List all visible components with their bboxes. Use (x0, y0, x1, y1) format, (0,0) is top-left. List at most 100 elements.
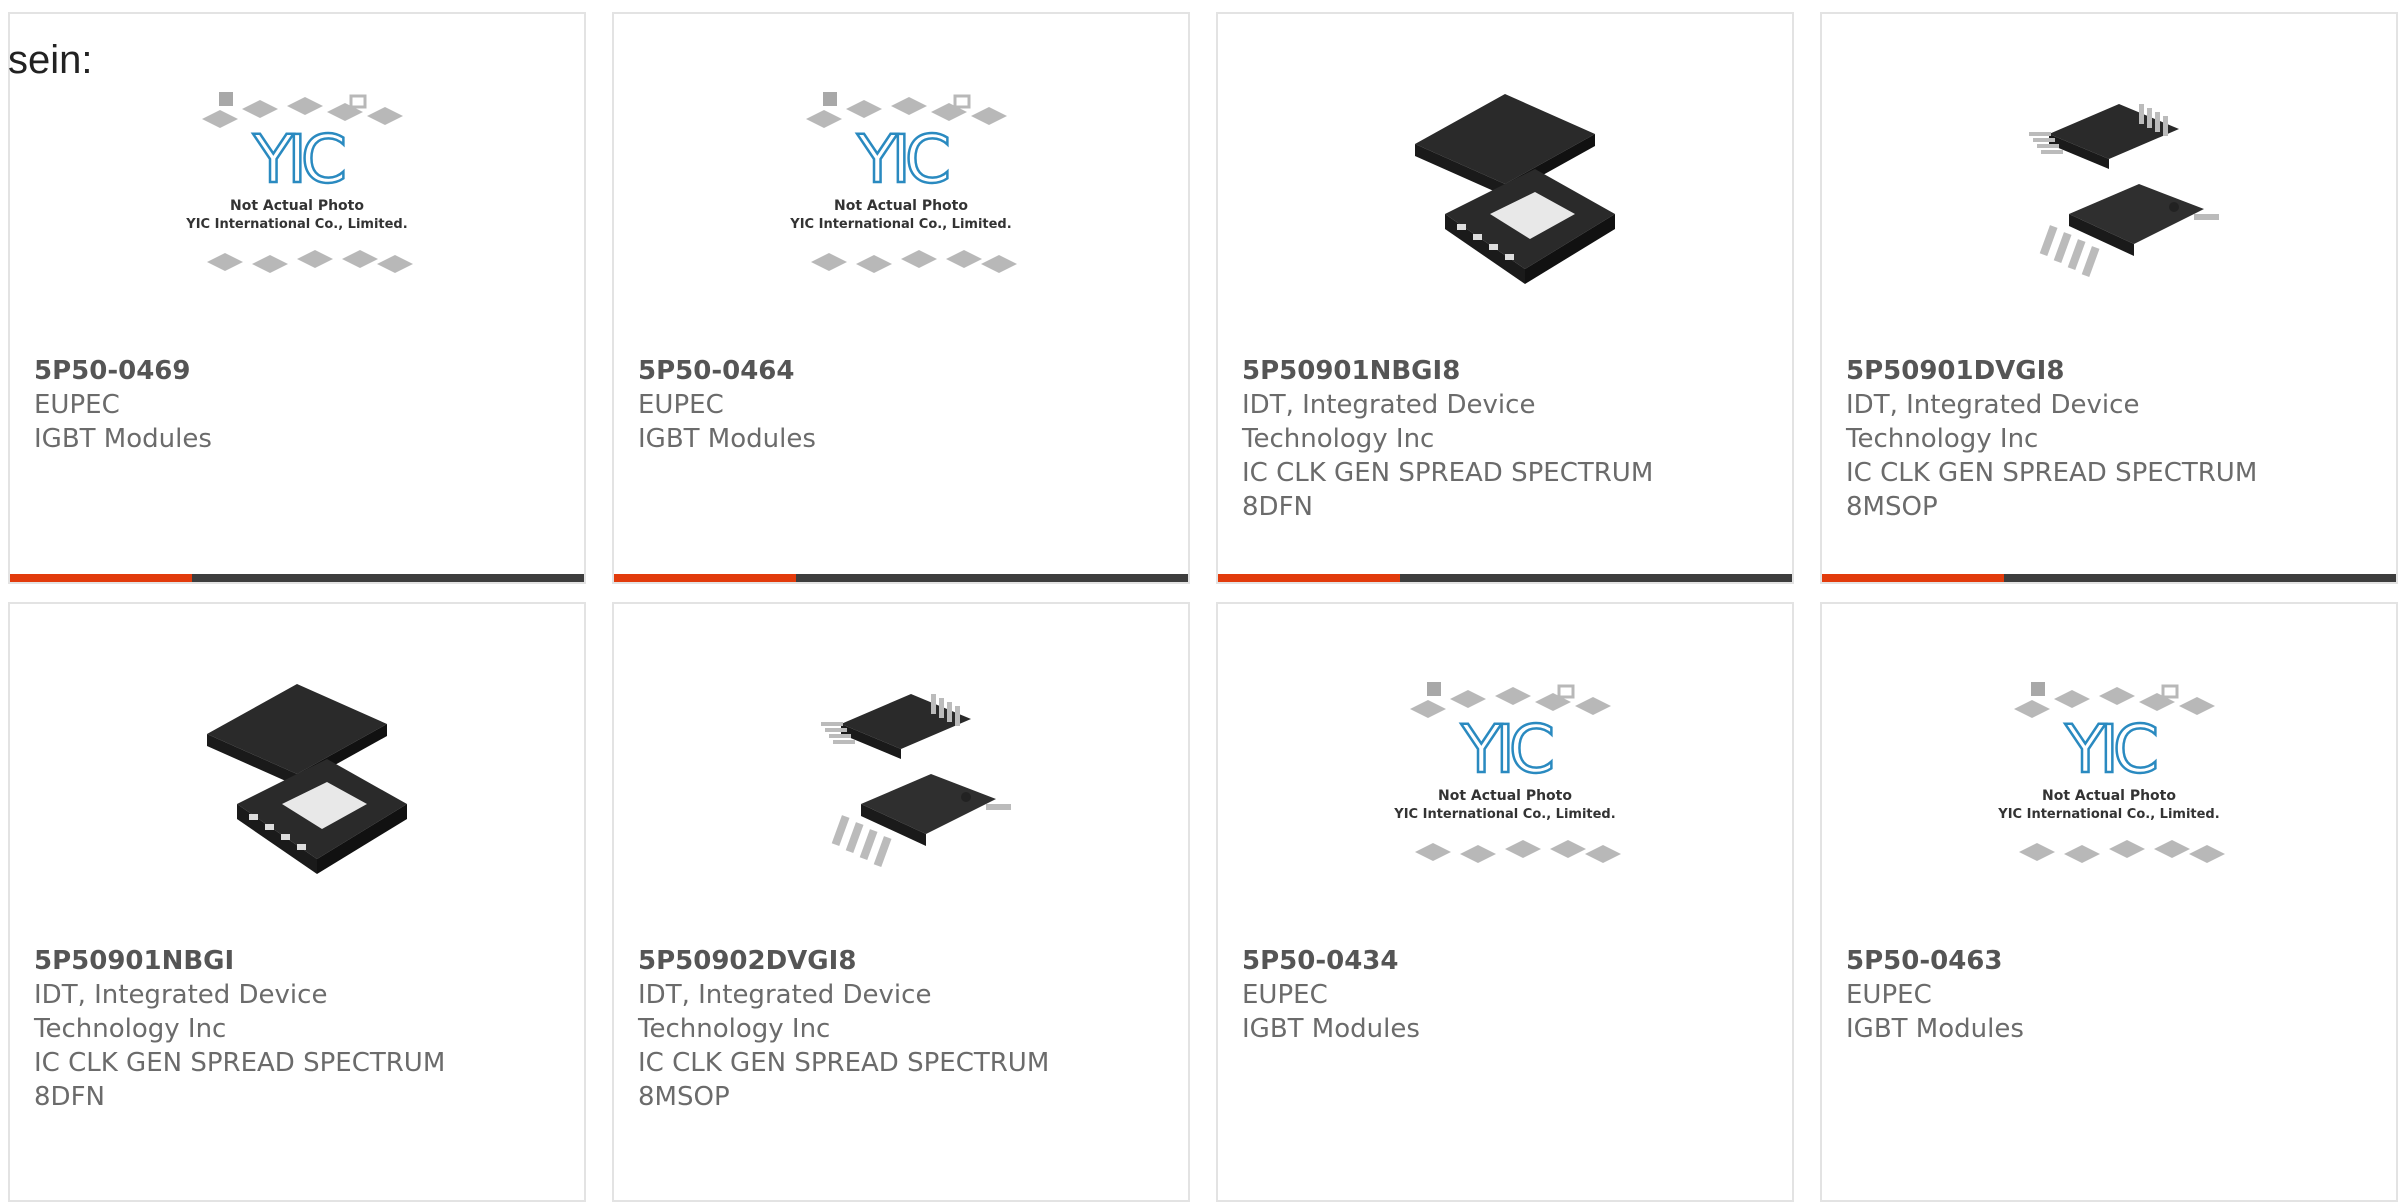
company-text: YIC International Co., Limited. (185, 217, 407, 232)
description-text: IGBT Modules (638, 424, 816, 454)
chip-shape (1450, 690, 1486, 708)
chip-body (207, 684, 387, 774)
chip-shape (287, 97, 323, 115)
description-text: 8MSOP (1846, 492, 1938, 522)
chip-shape (2019, 843, 2055, 861)
logo-text: YIC (2064, 711, 2156, 788)
chip-shape (2099, 687, 2135, 705)
chip-shape (242, 100, 278, 118)
intro-text: sein: (8, 38, 93, 82)
product-image[interactable]: YICNot Actual Photo YIC International Co.… (781, 74, 1021, 294)
chip-shape (2154, 840, 2190, 858)
product-image[interactable] (177, 664, 417, 884)
part-number-link[interactable]: 5P50-0469 (34, 354, 564, 388)
product-info: 5P50901DVGI8 IDT, Integrated Device Techno… (1846, 354, 2376, 524)
product-card[interactable]: YIC Not Actual Photo YIC International Co.… (612, 12, 1190, 584)
manufacturer-text: IDT, Integrated Device (638, 980, 932, 1010)
chip-shape (342, 250, 378, 268)
chip-shape (2014, 700, 2050, 718)
product-info: 5P50-0464 EUPEC IGBT Modules (638, 354, 1168, 456)
product-card[interactable]: 5P50901NBGI IDT, Integrated Device Technol… (8, 602, 586, 1202)
card-footer-bar (1822, 574, 2396, 582)
logo-text: YIC (856, 121, 948, 198)
product-image[interactable]: YICNot Actual Photo YIC International Co.… (177, 74, 417, 294)
product-info: 5P50-0469 EUPEC IGBT Modules (34, 354, 564, 456)
chip-shape (202, 110, 238, 128)
description-text: IC CLK GEN SPREAD SPECTRUM (1846, 458, 2258, 488)
manufacturer-text: EUPEC (34, 390, 120, 420)
manufacturer-text: EUPEC (638, 390, 724, 420)
card-footer-bar (614, 574, 1188, 582)
company-text: YIC International Co., Limited. (1393, 807, 1615, 822)
not-actual-photo-text: Not Actual Photo (230, 198, 364, 214)
description-text: 8DFN (1242, 492, 1313, 522)
product-image[interactable]: YICNot Actual Photo YIC International Co.… (1989, 664, 2229, 884)
product-image[interactable]: YICNot Actual Photo YIC International Co.… (1385, 664, 1625, 884)
product-info: 5P50901NBGI8 IDT, Integrated Device Techno… (1242, 354, 1772, 524)
description-text: IC CLK GEN SPREAD SPECTRUM (638, 1048, 1050, 1078)
chip-shape (1410, 700, 1446, 718)
not-actual-photo-text: Not Actual Photo (2042, 788, 2176, 804)
product-card[interactable]: YIC Not Actual Photo YIC International Co.… (8, 12, 586, 584)
card-accent-bar (614, 574, 796, 582)
part-number-link[interactable]: 5P50-0463 (1846, 944, 2376, 978)
description-text: IC CLK GEN SPREAD SPECTRUM (1242, 458, 1654, 488)
manufacturer-text: IDT, Integrated Device (34, 980, 328, 1010)
chip-shape (806, 110, 842, 128)
chip-shape (252, 255, 288, 273)
description-text: 8MSOP (638, 1082, 730, 1112)
chip-shape (297, 250, 333, 268)
card-accent-bar (1822, 574, 2004, 582)
manufacturer-text: EUPEC (1242, 980, 1328, 1010)
chip-shape (2064, 845, 2100, 863)
part-number-link[interactable]: 5P50902DVGI8 (638, 944, 1168, 978)
description-text: IGBT Modules (34, 424, 212, 454)
card-accent-bar (10, 574, 192, 582)
product-info: 5P50901NBGI IDT, Integrated Device Technol… (34, 944, 564, 1114)
manufacturer-text: IDT, Integrated Device (1242, 390, 1536, 420)
product-card[interactable]: YIC Not Actual Photo YIC International Co.… (1820, 602, 2398, 1202)
part-number-link[interactable]: 5P50901DVGI8 (1846, 354, 2376, 388)
manufacturer-text: Technology Inc (34, 1014, 227, 1044)
product-image[interactable] (1385, 74, 1625, 294)
chip-shape (1505, 840, 1541, 858)
chip-shape (811, 253, 847, 271)
product-card[interactable]: 5P50901DVGI8 IDT, Integrated Device Techno… (1820, 12, 2398, 584)
chip-shape (1575, 697, 1611, 715)
product-card[interactable]: 5P50902DVGI8 IDT, Integrated Device Techno… (612, 602, 1190, 1202)
not-actual-photo-text: Not Actual Photo (1438, 788, 1572, 804)
chip-shape (207, 253, 243, 271)
description-text: IGBT Modules (1242, 1014, 1420, 1044)
part-number-link[interactable]: 5P50-0464 (638, 354, 1168, 388)
company-text: YIC International Co., Limited. (789, 217, 1011, 232)
manufacturer-text: Technology Inc (1242, 424, 1435, 454)
card-footer-bar (1218, 574, 1792, 582)
chip-shape (1495, 687, 1531, 705)
product-info: 5P50-0434 EUPEC IGBT Modules (1242, 944, 1772, 1046)
chip-shape (2054, 690, 2090, 708)
description-text: IC CLK GEN SPREAD SPECTRUM (34, 1048, 446, 1078)
card-accent-bar (1218, 574, 1400, 582)
manufacturer-text: Technology Inc (638, 1014, 831, 1044)
chip-shape (891, 97, 927, 115)
chip-shape (946, 250, 982, 268)
chip-body (1415, 94, 1595, 184)
product-card[interactable]: 5P50901NBGI8 IDT, Integrated Device Techno… (1216, 12, 1794, 584)
chip-shape (971, 107, 1007, 125)
product-card[interactable]: YIC Not Actual Photo YIC International Co.… (1216, 602, 1794, 1202)
product-info: 5P50902DVGI8 IDT, Integrated Device Techno… (638, 944, 1168, 1114)
product-image[interactable] (1989, 74, 2229, 294)
chip-shape (846, 100, 882, 118)
description-text: IGBT Modules (1846, 1014, 2024, 1044)
part-number-link[interactable]: 5P50-0434 (1242, 944, 1772, 978)
chip-shape (901, 250, 937, 268)
chip-shape (1550, 840, 1586, 858)
card-footer-bar (10, 574, 584, 582)
chip-shape (1585, 845, 1621, 863)
part-number-link[interactable]: 5P50901NBGI8 (1242, 354, 1772, 388)
product-image[interactable] (781, 664, 1021, 884)
part-number-link[interactable]: 5P50901NBGI (34, 944, 564, 978)
chip-shape (2109, 840, 2145, 858)
chip-shape (981, 255, 1017, 273)
product-info: 5P50-0463 EUPEC IGBT Modules (1846, 944, 2376, 1046)
